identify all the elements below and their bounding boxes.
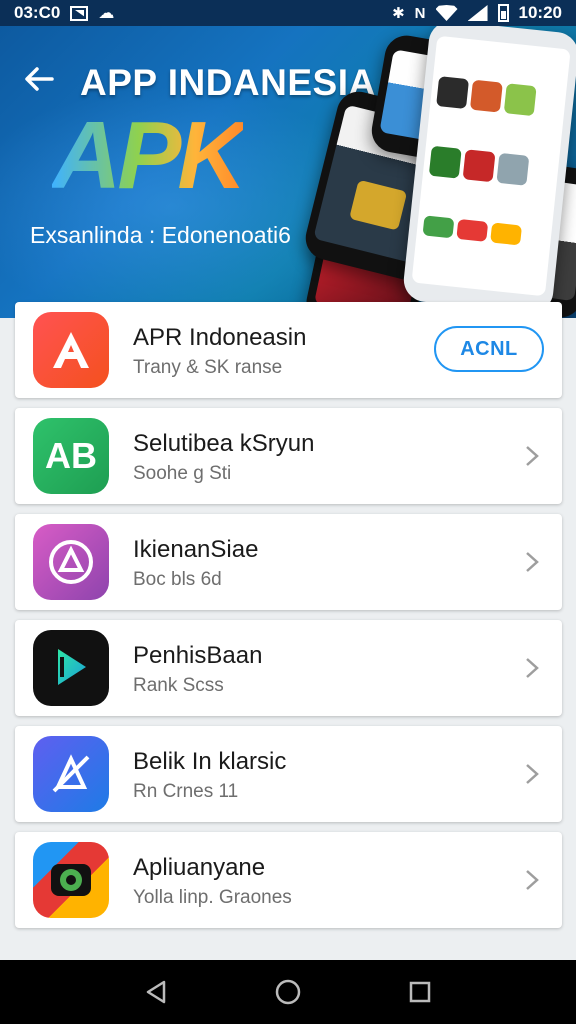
- signal-icon: [467, 5, 488, 21]
- phone-illustration-front: [401, 26, 576, 316]
- app-subtitle: Yolla linp. Graones: [133, 887, 292, 908]
- status-bar: 03:C0 ☁ ✱ N 10:20: [0, 0, 576, 26]
- chevron-right-icon: [524, 762, 540, 786]
- header-banner: APP INDANESIA APK Exsanlinda : Edonenoat…: [0, 26, 576, 318]
- chevron-right-icon: [524, 550, 540, 574]
- nfc-icon: N: [414, 4, 426, 22]
- app-name: Selutibea kSryun: [133, 430, 315, 457]
- header-subtitle: Exsanlinda : Edonenoati6: [30, 222, 291, 248]
- app-name: APR Indoneasin: [133, 324, 307, 351]
- status-clock: 10:20: [518, 3, 562, 22]
- list-item[interactable]: Apliuanyane Yolla linp. Graones: [15, 832, 562, 928]
- ab-icon: AB: [33, 418, 109, 494]
- status-left: 03:C0 ☁: [14, 3, 114, 23]
- back-arrow-icon[interactable]: [22, 64, 56, 94]
- navigation-bar: [0, 960, 576, 1024]
- app-list: APR Indoneasin Trany & SK ranse ACNL AB …: [15, 302, 562, 938]
- action-button[interactable]: ACNL: [434, 326, 544, 372]
- app-subtitle: Soohe g Sti: [133, 463, 232, 484]
- app-name: IkienanSiae: [133, 536, 259, 563]
- bluetooth-icon: ✱: [392, 5, 405, 22]
- page-title: APP INDANESIA: [80, 62, 376, 103]
- crossed-a-icon: [33, 736, 109, 812]
- notification-icon: [70, 5, 89, 21]
- list-item[interactable]: Belik In klarsic Rn Crnes 11: [15, 726, 562, 822]
- app-subtitle: Rank Scss: [133, 675, 224, 696]
- chevron-right-icon: [524, 444, 540, 468]
- app-subtitle: Rn Crnes 11: [133, 781, 239, 802]
- app-name: Belik In klarsic: [133, 748, 287, 775]
- list-item[interactable]: APR Indoneasin Trany & SK ranse ACNL: [15, 302, 562, 398]
- cloud-icon: ☁: [98, 5, 115, 22]
- app-subtitle: Boc bls 6d: [133, 569, 222, 590]
- apk-logo: APK: [52, 102, 247, 209]
- chevron-right-icon: [524, 656, 540, 680]
- chevron-right-icon: [524, 868, 540, 892]
- circle-a-icon: [33, 524, 109, 600]
- recents-nav-icon[interactable]: [405, 977, 435, 1007]
- list-item[interactable]: AB Selutibea kSryun Soohe g Sti: [15, 408, 562, 504]
- letter-a-icon: [33, 312, 109, 388]
- battery-icon: [497, 4, 509, 22]
- home-nav-icon[interactable]: [273, 977, 303, 1007]
- play-p-icon: [33, 630, 109, 706]
- status-time: 03:C0: [14, 3, 61, 22]
- wifi-icon: [435, 5, 458, 21]
- app-name: Apliuanyane: [133, 854, 266, 881]
- app-name: PenhisBaan: [133, 642, 263, 669]
- status-right: ✱ N 10:20: [392, 3, 562, 23]
- camera-c-icon: [33, 842, 109, 918]
- list-item[interactable]: IkienanSiae Boc bls 6d: [15, 514, 562, 610]
- app-subtitle: Trany & SK ranse: [133, 357, 283, 378]
- back-nav-icon[interactable]: [141, 977, 171, 1007]
- list-item[interactable]: PenhisBaan Rank Scss: [15, 620, 562, 716]
